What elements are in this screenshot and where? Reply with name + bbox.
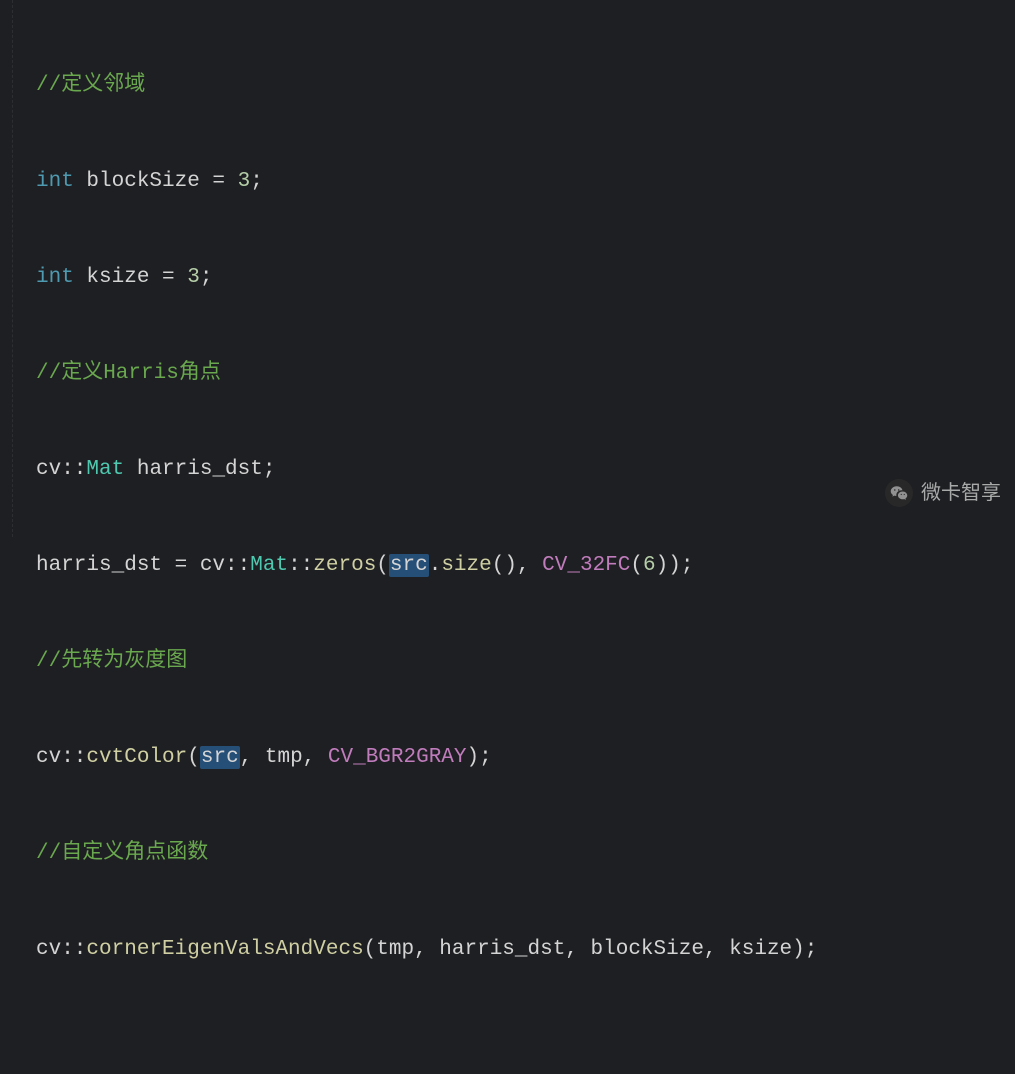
- comment: //定义邻域: [36, 74, 145, 97]
- watermark-text: 微卡智享: [921, 477, 1001, 509]
- comment: //先转为灰度图: [36, 650, 187, 673]
- code-editor[interactable]: //定义邻域 int blockSize = 3; int ksize = 3;…: [0, 0, 1015, 537]
- keyword-int: int: [36, 266, 74, 289]
- highlighted-src: src: [200, 746, 240, 769]
- comment: //自定义角点函数: [36, 842, 208, 865]
- fn-cvtcolor: cvtColor: [86, 746, 187, 769]
- fn-zeros: zeros: [313, 554, 376, 577]
- enum-cv32fc: CV_32FC: [542, 554, 630, 577]
- comment: //定义Harris角点: [36, 362, 221, 385]
- type-mat: Mat: [86, 458, 124, 481]
- fn-cornereigen: cornerEigenValsAndVecs: [86, 938, 363, 961]
- enum-bgr2gray: CV_BGR2GRAY: [328, 746, 467, 769]
- wechat-icon: [885, 479, 913, 507]
- highlighted-src: src: [389, 554, 429, 577]
- watermark: 微卡智享: [885, 477, 1001, 509]
- code-block: //定义邻域 int blockSize = 3; int ksize = 3;…: [36, 6, 817, 1074]
- keyword-int: int: [36, 170, 74, 193]
- indent-guide: [12, 0, 13, 537]
